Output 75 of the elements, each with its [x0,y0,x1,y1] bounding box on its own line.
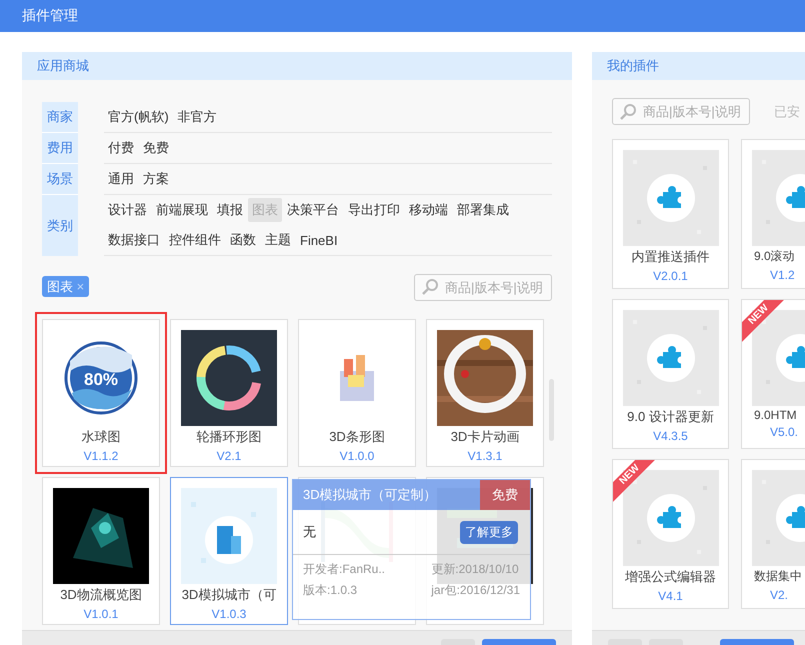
search-icon [619,102,637,120]
plugin-card[interactable]: 9.0滚动 V1.2 [741,139,805,289]
plugin-card[interactable]: 3D条形图 V1.0.0 [298,319,416,467]
plugin-version: V1.0.1 [84,607,118,621]
search-field[interactable]: 商品|版本号|说明 [612,98,750,125]
plugin-name: 9.0 设计器更新 [627,408,714,426]
plugin-version: V5.0. [770,425,798,439]
filter-option[interactable]: 填报 [213,198,247,222]
filter-option[interactable]: 决策平台 [283,198,343,222]
filter-option[interactable]: 导出打印 [344,198,404,222]
plugin-name: 3D卡片动画 [450,428,520,446]
plugin-name: 增强公式编辑器 [625,568,716,586]
filter-option[interactable]: 免费 [139,136,173,160]
filter-option[interactable]: 函数 [226,228,260,252]
version-text: 版本:1.0.3 [303,582,358,599]
window-title: 插件管理 [22,7,78,25]
search-field[interactable]: 商品|版本号|说明 [414,274,552,300]
plugin-name: 水球图 [82,428,120,446]
plugin-version: V4.1 [658,589,683,603]
city-icon [181,488,277,584]
plugin-card[interactable]: 数据集中 V2. [741,459,805,609]
plugin-card[interactable]: 80% 水球图 V1.1.2 [35,312,167,474]
plugin-name: 3D物流概览图 [60,586,142,604]
plugin-name: 3D模拟城市（可 [182,586,276,604]
puzzle-icon [622,150,718,246]
plugin-version: V4.3.5 [653,429,688,443]
developer-text: 开发者:FanRu.. [303,561,386,578]
plugin-version: V1.2 [770,268,795,282]
popup-title: 3D模拟城市（可定制） [302,486,437,504]
panel-title: 应用商城 [37,57,89,75]
plugin-name: 轮播环形图 [196,428,262,446]
plugin-name: 9.0HTM [754,408,797,422]
filter-option[interactable]: 主题 [261,228,295,252]
filter-option[interactable]: 官方(帆软) [104,105,173,129]
learn-more-button[interactable]: 了解更多 [460,520,518,544]
plugin-version: V2.0.1 [653,269,688,283]
plugin-name: 内置推送插件 [632,248,710,266]
popup-description: 无 [303,523,316,541]
filter-option[interactable]: 付费 [104,136,138,160]
filter-label: 商家 [42,102,78,133]
filter-label: 类别 [42,195,78,256]
filter-option[interactable]: FineBI [296,230,342,250]
search-icon [421,278,439,296]
plugin-card[interactable]: 3D模拟城市（可 V1.0.3 [170,477,288,625]
jar-date-text: jar包:2016/12/31 [431,582,520,599]
filter-option[interactable]: 移动端 [405,198,452,222]
plugin-card[interactable]: 3D物流概览图 V1.0.1 [42,477,160,625]
filter-option[interactable]: 设计器 [104,198,151,222]
plugin-version: V1.0.3 [212,607,246,621]
plugin-version: V1.1.2 [84,449,118,463]
panel-title: 我的插件 [607,57,659,75]
filter-label: 费用 [42,133,78,164]
plugin-card[interactable]: 内置推送插件 V2.0.1 [612,139,729,289]
filter-option[interactable]: 数据接口 [104,228,164,252]
plugin-card[interactable]: 轮播环形图 V2.1 [170,319,288,467]
plugin-name: 9.0滚动 [754,248,795,265]
plugin-version: V1.0.0 [340,449,374,463]
updated-text: 更新:2018/10/10 [431,561,520,578]
filter-option[interactable]: 控件组件 [165,228,225,252]
filter-option[interactable]: 前端展现 [152,198,212,222]
plugin-version: V1.3.1 [468,449,502,463]
plugin-name: 数据集中 [754,568,802,585]
filter-option[interactable]: 非官方 [174,105,221,129]
filter-option[interactable]: 通用 [104,167,138,191]
percent-label: 80% [84,370,118,389]
plugin-card[interactable]: 3D卡片动画 V1.3.1 [426,319,544,467]
filter-option[interactable]: 部署集成 [453,198,513,222]
price-tag: 免费 [480,480,530,510]
filter-option[interactable]: 方案 [139,167,173,191]
plugin-card[interactable]: 9.0 设计器更新 V4.3.5 [612,299,729,449]
plugin-name: 3D条形图 [329,428,385,446]
filter-label: 场景 [42,164,78,195]
puzzle-icon [622,310,718,406]
plugin-version: V2. [770,588,788,602]
plugin-version: V2.1 [216,449,242,463]
